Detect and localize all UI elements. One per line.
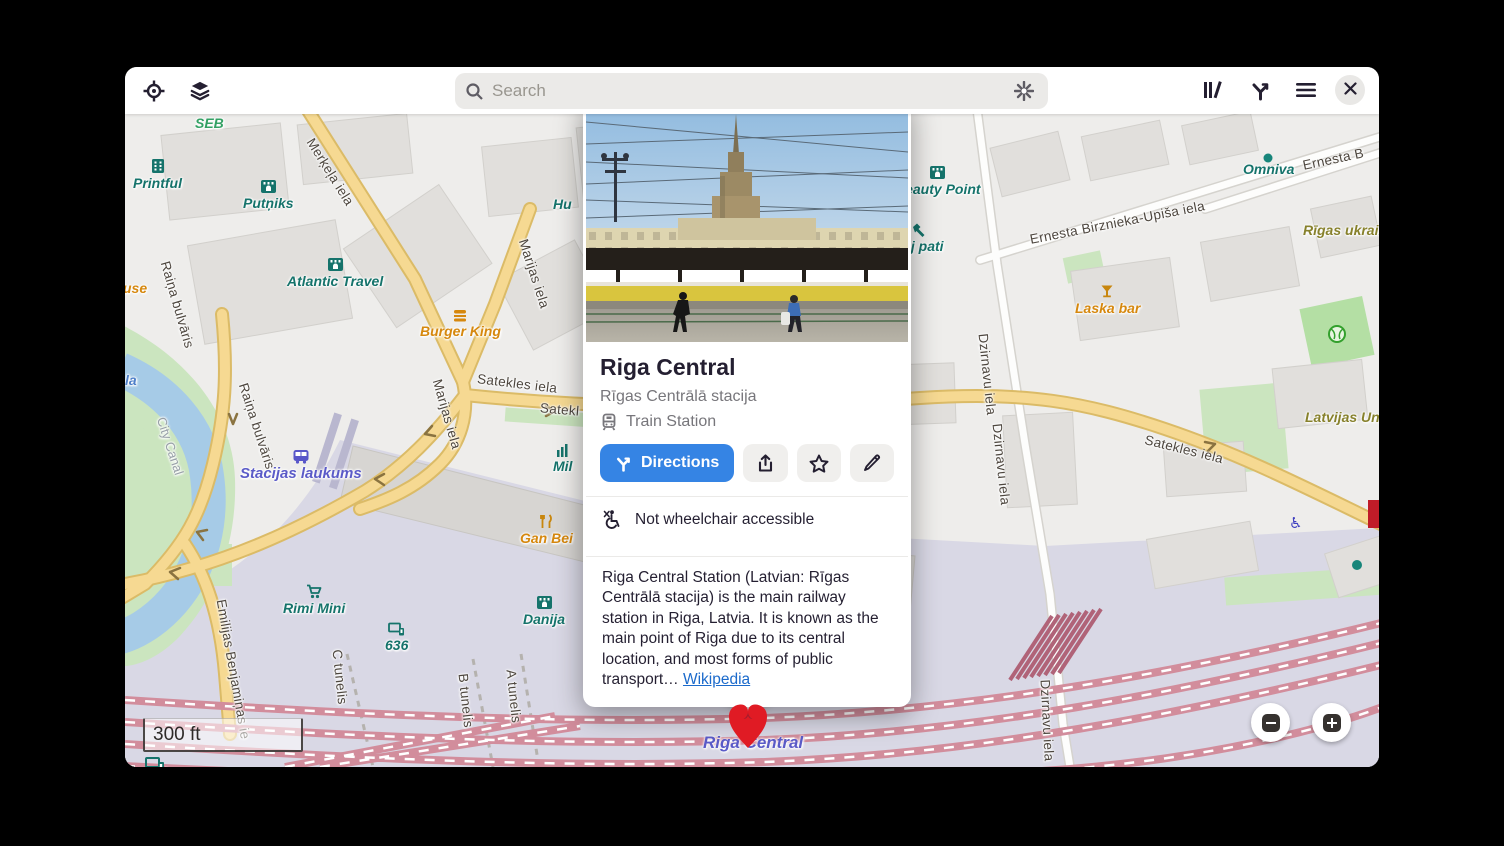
place-category: Train Station	[626, 413, 716, 431]
share-button[interactable]	[743, 444, 787, 482]
close-window-button[interactable]	[1335, 75, 1365, 105]
favorite-star-button[interactable]	[797, 444, 841, 482]
place-native-name: Rīgas Centrālā stacija	[600, 388, 894, 406]
cutlery-icon	[538, 514, 554, 529]
office-icon	[150, 158, 166, 174]
layers-icon	[189, 81, 211, 101]
svg-text:♿: ♿	[1289, 514, 1302, 532]
place-card: Riga Central Rīgas Centrālā stacija Trai…	[583, 97, 911, 707]
pencil-icon	[863, 454, 881, 472]
shop-icon	[327, 256, 344, 272]
directions-button[interactable]: Directions	[600, 444, 734, 482]
bus-icon	[292, 449, 310, 464]
map-label-636[interactable]: 636	[385, 622, 408, 653]
hamburger-menu-icon	[1296, 82, 1316, 98]
share-icon	[756, 454, 775, 473]
map-label-danija[interactable]: Danija	[523, 594, 565, 627]
edit-button[interactable]	[850, 444, 894, 482]
heart-pin-icon	[727, 737, 769, 754]
map-label-rigas-ukr[interactable]: Rīgas ukraiņ	[1303, 222, 1379, 238]
map-label-gan-bei[interactable]: Gan Bei	[520, 514, 573, 546]
route-planner-button[interactable]	[1243, 73, 1277, 107]
compass-star-icon	[1014, 81, 1034, 101]
map-marker[interactable]	[727, 703, 769, 755]
search-bar	[455, 73, 1048, 109]
explore-poi-button[interactable]	[1010, 77, 1038, 105]
not-wheelchair-accessible-icon	[602, 509, 623, 530]
burger-icon	[452, 309, 468, 322]
electronics-icon	[388, 622, 405, 636]
search-icon	[465, 82, 484, 101]
map-label-mil[interactable]: Mil	[553, 444, 572, 474]
zoom-in-button[interactable]	[1312, 703, 1351, 742]
library-icon	[1203, 80, 1225, 100]
map-label-hu[interactable]: Hu	[553, 196, 572, 212]
map-label-laska-bar[interactable]: Laska bar	[1075, 284, 1140, 316]
map-label-burger-king[interactable]: Burger King	[420, 309, 501, 339]
map-label-use[interactable]: use	[125, 280, 147, 296]
favorites-library-button[interactable]	[1197, 73, 1231, 107]
map-label-atlantic-travel[interactable]: Atlantic Travel	[287, 256, 383, 289]
cart-icon	[306, 584, 323, 599]
bars-icon	[556, 444, 570, 457]
map-label-latvijas-univ[interactable]: Latvijas Univ	[1305, 409, 1379, 425]
layers-button[interactable]	[183, 74, 217, 108]
scale-bar: 300 ft	[143, 718, 303, 752]
place-title: Riga Central	[600, 354, 894, 381]
map-label-la[interactable]: la	[125, 372, 137, 388]
map-label-rimi-mini[interactable]: Rimi Mini	[283, 584, 345, 616]
electronics-icon	[145, 757, 165, 767]
close-icon	[1344, 82, 1357, 98]
map-label-stacijas-laukums[interactable]: Stacijas laukums	[240, 449, 362, 482]
zoom-out-button[interactable]	[1251, 703, 1290, 742]
search-input[interactable]	[492, 81, 1010, 101]
main-menu-button[interactable]	[1289, 73, 1323, 107]
accessibility-note: Not wheelchair accessible	[635, 511, 814, 529]
headerbar	[125, 67, 1379, 114]
hammer-icon	[911, 222, 926, 237]
gps-locate-icon	[143, 80, 165, 102]
route-y-icon	[1250, 80, 1271, 101]
cocktail-icon	[1100, 284, 1115, 299]
minus-icon	[1262, 714, 1280, 732]
star-icon	[809, 454, 829, 473]
maps-window: ♿ SEB Printful Putņiks Merķeļa iela Atla…	[125, 67, 1379, 767]
wikipedia-link[interactable]: Wikipedia	[683, 671, 750, 688]
shop-icon	[260, 178, 277, 194]
map-label-seb[interactable]: SEB	[195, 115, 224, 131]
locate-button[interactable]	[137, 74, 171, 108]
map-label-omniva[interactable]: Omniva	[1243, 161, 1294, 177]
train-icon	[600, 413, 618, 431]
map-label-putniks[interactable]: Putņiks	[243, 178, 294, 211]
shop-icon	[929, 164, 946, 180]
plus-icon	[1323, 714, 1341, 732]
shop-icon	[536, 594, 553, 610]
map-label-printful[interactable]: Printful	[133, 158, 182, 191]
place-photo	[586, 100, 908, 342]
route-y-icon	[615, 455, 632, 472]
